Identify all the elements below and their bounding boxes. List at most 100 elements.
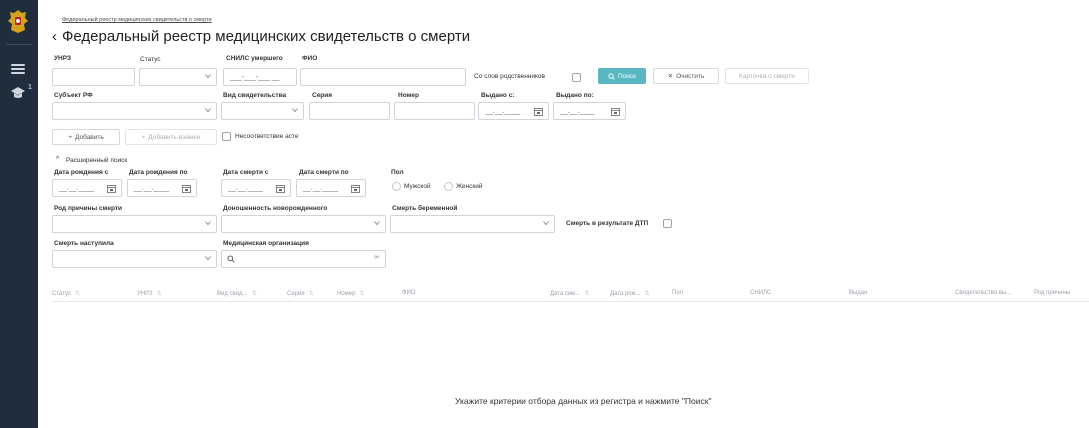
link-icon[interactable]: ∞ — [374, 254, 379, 261]
notification-badge: 1 — [28, 84, 32, 91]
advanced-toggle-icon[interactable]: ^ — [56, 156, 59, 163]
calendar-icon[interactable] — [107, 184, 116, 193]
chevron-down-icon — [205, 108, 211, 113]
hamburger-icon[interactable] — [11, 64, 25, 74]
sex-male-label: Мужской — [404, 183, 431, 190]
graduation-cap-icon[interactable] — [10, 86, 26, 100]
pregnant-death-select[interactable] — [390, 215, 555, 233]
column-header[interactable]: СНИЛС — [750, 290, 771, 296]
sex-male-radio[interactable] — [392, 182, 401, 191]
column-header-label: СНИЛС — [750, 290, 772, 296]
death-occurred-label: Смерть наступила — [54, 240, 114, 247]
column-header-label: Пол — [672, 290, 684, 296]
column-header-label: Статус — [52, 291, 71, 297]
column-header[interactable]: Пол — [672, 290, 683, 296]
date-placeholder: __.__.____ — [134, 185, 170, 192]
unrz-input[interactable] — [52, 68, 135, 86]
newborn-term-select[interactable] — [221, 215, 386, 233]
unrz-label: УНРЗ — [54, 55, 72, 62]
cert-type-label: Вид свидетельства — [223, 92, 287, 99]
series-label: Серия — [312, 92, 333, 99]
add-button[interactable]: + Добавить — [52, 129, 120, 145]
road-accident-label: Смерть в результате ДТП — [566, 220, 649, 227]
status-select[interactable] — [139, 68, 217, 86]
death-occurred-select[interactable] — [52, 250, 217, 268]
column-header-label: Дата сме... — [550, 291, 581, 297]
chevron-down-icon — [374, 221, 380, 226]
calendar-icon[interactable] — [276, 184, 285, 193]
close-icon: ✕ — [667, 73, 674, 80]
column-header-label: Род причины — [1034, 290, 1071, 296]
death-cause-type-select[interactable] — [52, 215, 217, 233]
column-header[interactable]: Серия ⇅ — [287, 290, 314, 297]
clear-button[interactable]: ✕ Очистить — [653, 68, 719, 84]
death-to-label: Дата смерти по — [299, 169, 349, 176]
road-accident-checkbox[interactable] — [663, 219, 672, 228]
page-title: ‹ Федеральный реестр медицинских свидетел… — [52, 28, 470, 45]
column-header[interactable]: ФИО — [402, 290, 416, 296]
med-org-label: Медицинская организация — [223, 240, 309, 247]
column-header-label: Вид свид... — [217, 291, 248, 297]
issued-from-date[interactable]: __.__.____ — [478, 102, 549, 120]
calendar-icon[interactable] — [534, 107, 543, 116]
sort-icon: ⇅ — [584, 291, 590, 297]
issued-to-date[interactable]: __.__.____ — [553, 102, 626, 120]
subject-select[interactable] — [52, 102, 217, 120]
sort-icon: ⇅ — [359, 291, 365, 297]
cert-type-select[interactable] — [221, 102, 304, 120]
birth-to-label: Дата рождения по — [129, 169, 188, 176]
fio-input[interactable] — [300, 68, 466, 86]
column-header[interactable]: Номер ⇅ — [337, 290, 365, 297]
date-placeholder: __.__.____ — [560, 108, 596, 115]
series-input[interactable] — [309, 102, 390, 120]
death-cause-type-label: Род причины смерти — [54, 205, 123, 212]
column-header[interactable]: Род причины — [1034, 290, 1070, 296]
add-button-label: Добавить — [75, 133, 104, 141]
subject-label: Субъект РФ — [54, 92, 93, 99]
med-org-input[interactable]: ∞ — [221, 250, 386, 268]
death-to-date[interactable]: __.__.____ — [296, 179, 366, 197]
plus-icon: + — [68, 133, 73, 141]
status-label: Статус — [140, 56, 161, 63]
number-label: Номер — [398, 92, 419, 99]
snils-input[interactable]: ___-___-___ __ — [223, 68, 297, 86]
birth-from-date[interactable]: __.__.____ — [52, 179, 122, 197]
relatives-checkbox[interactable] — [572, 73, 581, 82]
column-header-label: Свидетельство вы... — [955, 290, 1012, 296]
date-placeholder: __.__.____ — [303, 185, 339, 192]
issued-to-label: Выдано по: — [556, 92, 594, 99]
calendar-icon[interactable] — [351, 184, 360, 193]
search-button[interactable]: Поиск — [598, 68, 646, 84]
column-header-label: ФИО — [402, 290, 416, 296]
breadcrumb[interactable]: Федеральный реестр медицинских свидетель… — [62, 17, 212, 23]
sex-label: Пол — [391, 169, 404, 176]
add-instead-button[interactable]: + Добавить взамен — [125, 129, 217, 145]
emblem-icon[interactable] — [7, 8, 29, 34]
mismatch-checkbox[interactable] — [222, 132, 231, 141]
sex-female-radio[interactable] — [444, 182, 453, 191]
column-header[interactable]: Выдан — [849, 290, 867, 296]
clear-button-label: Очистить — [676, 72, 705, 80]
column-header[interactable]: Статус ⇅ — [52, 290, 80, 297]
column-header-label: Номер — [337, 291, 356, 297]
death-card-button[interactable]: Карточка о смерти — [725, 68, 809, 84]
death-from-date[interactable]: __.__.____ — [221, 179, 291, 197]
sort-icon: ⇅ — [644, 291, 650, 297]
birth-to-date[interactable]: __.__.____ — [127, 179, 197, 197]
column-header[interactable]: УНРЗ ⇅ — [137, 290, 162, 297]
date-placeholder: __.__.____ — [228, 185, 264, 192]
column-header[interactable]: Вид свид... ⇅ — [217, 290, 257, 297]
sex-female-label: Женский — [456, 183, 483, 190]
snils-placeholder: ___-___-___ __ — [230, 74, 280, 81]
column-header[interactable]: Дата сме... ⇅ — [550, 290, 589, 297]
column-header[interactable]: Свидетельство вы... — [955, 290, 1011, 296]
advanced-search-toggle[interactable]: Расширенный поиск — [66, 157, 127, 164]
back-chevron-icon[interactable]: ‹ — [52, 28, 57, 45]
date-placeholder: __.__.____ — [59, 185, 95, 192]
number-input[interactable] — [394, 102, 475, 120]
death-from-label: Дата смерти с — [223, 169, 269, 176]
calendar-icon[interactable] — [611, 107, 620, 116]
chevron-down-icon — [292, 108, 298, 113]
calendar-icon[interactable] — [182, 184, 191, 193]
column-header[interactable]: Дата рож... ⇅ — [610, 290, 650, 297]
